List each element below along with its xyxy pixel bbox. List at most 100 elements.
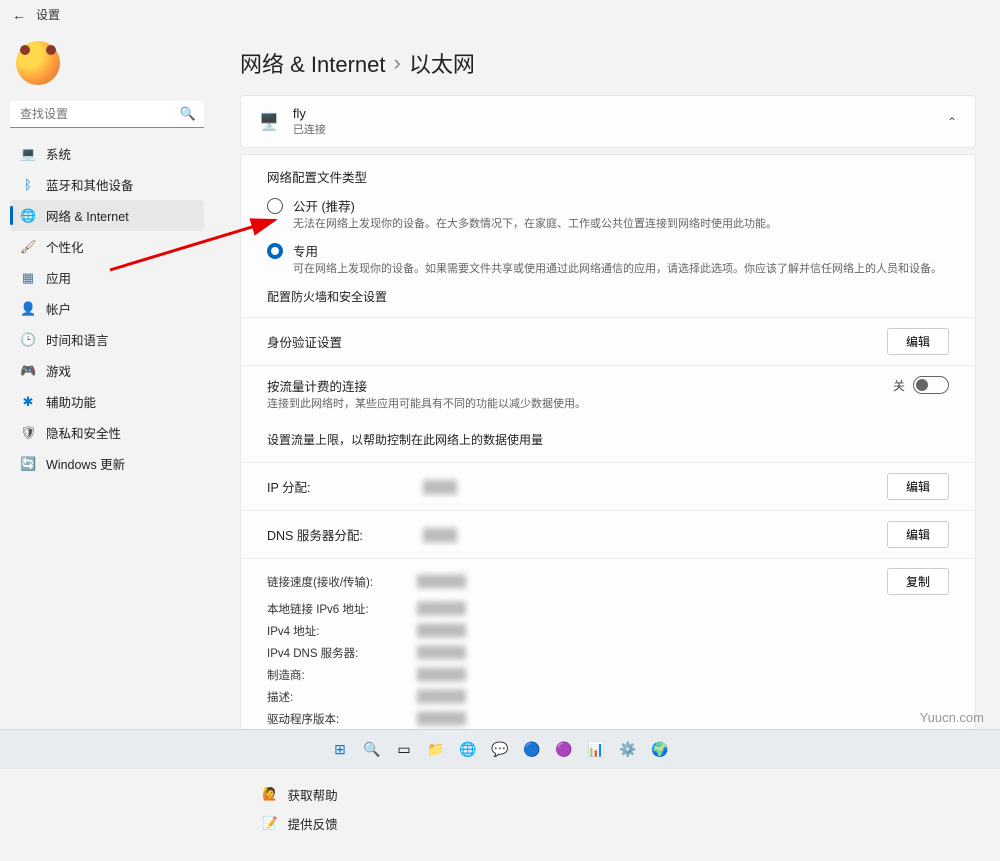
monitor-icon: 🖥️ bbox=[259, 112, 279, 132]
sidebar-item-3[interactable]: 🖌 个性化 bbox=[10, 231, 204, 262]
dns-row: DNS 服务器分配: ████ 编辑 bbox=[241, 510, 975, 558]
sidebar-item-1[interactable]: ᛒ 蓝牙和其他设备 bbox=[10, 169, 204, 200]
help-link[interactable]: 🙋 获取帮助 bbox=[262, 785, 954, 804]
taskbar-search-icon[interactable]: 🔍 bbox=[359, 737, 385, 763]
sidebar-item-label: 蓝牙和其他设备 bbox=[46, 175, 134, 194]
private-label: 专用 bbox=[293, 241, 942, 260]
breadcrumb: 网络 & Internet › 以太网 bbox=[240, 29, 976, 95]
feedback-link[interactable]: 📝 提供反馈 bbox=[262, 814, 954, 833]
firewall-link[interactable]: 配置防火墙和安全设置 bbox=[267, 288, 949, 305]
detail-label: 本地链接 IPv6 地址: bbox=[267, 601, 407, 617]
sidebar-item-4[interactable]: ▦ 应用 bbox=[10, 262, 204, 293]
settings-icon[interactable]: ⚙️ bbox=[615, 737, 641, 763]
sidebar-icon: 🖌 bbox=[20, 239, 36, 255]
detail-row: 链接速度(接收/传输): ██████ 复制 bbox=[267, 565, 949, 598]
sidebar-item-2[interactable]: 🌐 网络 & Internet bbox=[10, 200, 204, 231]
sidebar-item-label: 系统 bbox=[46, 144, 71, 163]
search-box[interactable]: 🔍 bbox=[10, 101, 204, 128]
start-icon[interactable]: ⊞ bbox=[327, 737, 353, 763]
sidebar-item-label: 隐私和安全性 bbox=[46, 423, 121, 442]
app-icon-1[interactable]: 🔵 bbox=[519, 737, 545, 763]
user-profile[interactable] bbox=[10, 37, 204, 99]
sidebar-item-label: 个性化 bbox=[46, 237, 84, 256]
detail-value: ██████ bbox=[417, 647, 949, 659]
detail-value: ██████ bbox=[417, 669, 949, 681]
search-icon: 🔍 bbox=[180, 106, 196, 122]
wechat-icon[interactable]: 💬 bbox=[487, 737, 513, 763]
toggle-state: 关 bbox=[893, 377, 905, 394]
chevron-up-icon: ⌃ bbox=[947, 115, 957, 129]
taskbar[interactable]: ⊞ 🔍 ▭ 📁 🌐 💬 🔵 🟣 📊 ⚙️ 🌍 bbox=[0, 729, 1000, 769]
sidebar-item-label: 游戏 bbox=[46, 361, 71, 380]
dns-label: DNS 服务器分配: bbox=[267, 525, 407, 544]
connection-header-card[interactable]: 🖥️ fly 已连接 ⌃ bbox=[240, 95, 976, 148]
metered-row: 按流量计费的连接 连接到此网络时，某些应用可能具有不同的功能以减少数据使用。 关 bbox=[241, 365, 975, 421]
detail-label: IPv4 DNS 服务器: bbox=[267, 645, 407, 661]
sidebar-item-label: 帐户 bbox=[46, 299, 71, 318]
public-desc: 无法在网络上发现你的设备。在大多数情况下，在家庭、工作或公共位置连接到网络时使用… bbox=[293, 215, 777, 231]
app-icon-4[interactable]: 🌍 bbox=[647, 737, 673, 763]
sidebar-item-7[interactable]: 🎮游戏 bbox=[10, 355, 204, 386]
sidebar-item-8[interactable]: ✱辅助功能 bbox=[10, 386, 204, 417]
sidebar-item-label: 网络 & Internet bbox=[46, 206, 129, 225]
detail-label: 制造商: bbox=[267, 667, 407, 683]
detail-row: 本地链接 IPv6 地址:██████ bbox=[267, 598, 949, 620]
ip-value: ████ bbox=[423, 480, 871, 494]
auth-edit-button[interactable]: 编辑 bbox=[887, 328, 949, 355]
sidebar-item-label: 应用 bbox=[46, 268, 71, 287]
ip-edit-button[interactable]: 编辑 bbox=[887, 473, 949, 500]
feedback-icon: 📝 bbox=[262, 816, 278, 831]
chevron-right-icon: › bbox=[394, 50, 401, 76]
copy-button[interactable]: 复制 bbox=[887, 568, 949, 595]
detail-value: ██████ bbox=[417, 691, 949, 703]
sidebar-item-5[interactable]: 👤 帐户 bbox=[10, 293, 204, 324]
search-input[interactable] bbox=[10, 101, 204, 128]
radio-private[interactable]: 专用 可在网络上发现你的设备。如果需要文件共享或使用通过此网络通信的应用，请选择… bbox=[267, 241, 949, 276]
auth-row: 身份验证设置 编辑 bbox=[241, 317, 975, 365]
breadcrumb-parent[interactable]: 网络 & Internet bbox=[240, 47, 386, 79]
sidebar-icon: 🔄 bbox=[20, 456, 36, 472]
detail-row: IPv4 DNS 服务器: ██████ bbox=[267, 642, 949, 664]
sidebar-icon: 🌐 bbox=[20, 208, 36, 224]
auth-label: 身份验证设置 bbox=[267, 332, 342, 351]
dns-edit-button[interactable]: 编辑 bbox=[887, 521, 949, 548]
detail-label: 链接速度(接收/传输): bbox=[267, 574, 407, 590]
sidebar-item-label: Windows 更新 bbox=[46, 454, 125, 473]
radio-selected-icon bbox=[267, 243, 283, 259]
radio-icon bbox=[267, 198, 283, 214]
radio-public[interactable]: 公开 (推荐) 无法在网络上发现你的设备。在大多数情况下，在家庭、工作或公共位置… bbox=[267, 196, 949, 231]
taskview-icon[interactable]: ▭ bbox=[391, 737, 417, 763]
explorer-icon[interactable]: 📁 bbox=[423, 737, 449, 763]
sidebar-item-0[interactable]: 💻系统 bbox=[10, 138, 204, 169]
metered-label: 按流量计费的连接 bbox=[267, 376, 586, 395]
detail-label: IPv4 地址: bbox=[267, 623, 407, 639]
ip-row: IP 分配: ████ 编辑 bbox=[241, 462, 975, 510]
metered-toggle[interactable] bbox=[913, 376, 949, 394]
metered-desc: 连接到此网络时，某些应用可能具有不同的功能以减少数据使用。 bbox=[267, 395, 586, 411]
sidebar-icon: 👤 bbox=[20, 301, 36, 317]
avatar bbox=[16, 41, 60, 85]
connection-name: fly bbox=[293, 106, 326, 121]
detail-label: 描述: bbox=[267, 689, 407, 705]
sidebar-item-10[interactable]: 🔄 Windows 更新 bbox=[10, 448, 204, 479]
app-icon-2[interactable]: 🟣 bbox=[551, 737, 577, 763]
breadcrumb-current: 以太网 bbox=[409, 47, 475, 79]
settings-card: 网络配置文件类型 公开 (推荐) 无法在网络上发现你的设备。在大多数情况下，在家… bbox=[240, 154, 976, 767]
detail-value: ██████ bbox=[417, 713, 949, 725]
dns-value: ████ bbox=[423, 528, 871, 542]
profile-type-title: 网络配置文件类型 bbox=[267, 167, 949, 186]
detail-value: ██████ bbox=[417, 576, 877, 588]
sidebar-item-6[interactable]: 🕒时间和语言 bbox=[10, 324, 204, 355]
app-icon-3[interactable]: 📊 bbox=[583, 737, 609, 763]
help-icon: 🙋 bbox=[262, 787, 278, 802]
connection-status: 已连接 bbox=[293, 121, 326, 137]
detail-row: 描述: ██████ bbox=[267, 686, 949, 708]
usage-link[interactable]: 设置流量上限，以帮助控制在此网络上的数据使用量 bbox=[267, 431, 949, 448]
sidebar-icon: ▦ bbox=[20, 270, 36, 286]
sidebar-icon: ᛒ bbox=[20, 177, 36, 192]
detail-row: 制造商: ██████ bbox=[267, 664, 949, 686]
sidebar-item-9[interactable]: 🛡隐私和安全性 bbox=[10, 417, 204, 448]
private-desc: 可在网络上发现你的设备。如果需要文件共享或使用通过此网络通信的应用，请选择此选项… bbox=[293, 260, 942, 276]
chrome-icon[interactable]: 🌐 bbox=[455, 737, 481, 763]
back-icon[interactable]: ← bbox=[12, 7, 26, 23]
